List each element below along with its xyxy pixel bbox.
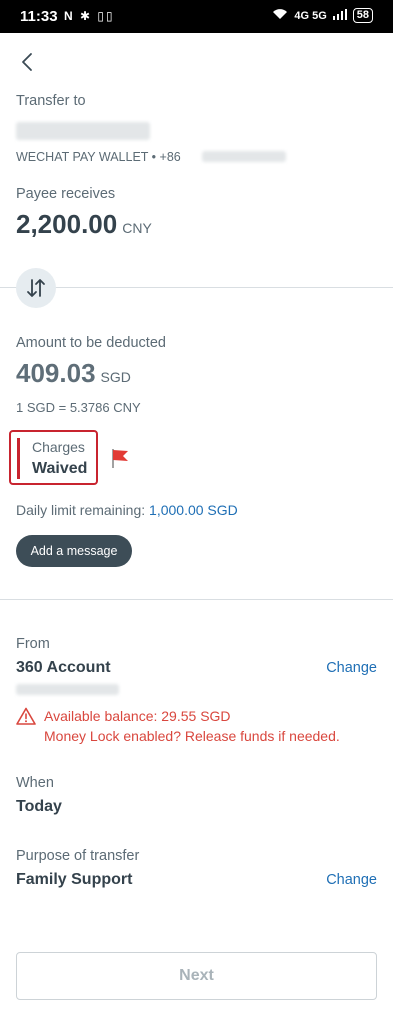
charges-accent-bar bbox=[17, 438, 20, 479]
deducted-label: Amount to be deducted bbox=[16, 335, 166, 351]
from-account: 360 Account bbox=[16, 659, 111, 676]
transfer-to-label: Transfer to bbox=[16, 93, 86, 109]
daily-limit-label: Daily limit remaining: bbox=[16, 502, 146, 518]
money-lock-warning: Money Lock enabled? Release funds if nee… bbox=[44, 728, 340, 744]
warning-triangle-icon bbox=[16, 707, 36, 730]
status-time: 11:33 bbox=[20, 8, 58, 25]
charges-value: Waived bbox=[32, 460, 88, 477]
network-label: 4G 5G bbox=[294, 9, 327, 22]
exchange-rate: 1 SGD = 5.3786 CNY bbox=[16, 400, 141, 415]
status-right: 4G 5G 58 bbox=[272, 8, 373, 23]
payee-receives-label: Payee receives bbox=[16, 186, 116, 202]
back-arrow-icon bbox=[22, 53, 32, 71]
recipient-subtitle: WECHAT PAY WALLET • +86 bbox=[16, 150, 181, 164]
recipient-phone-redacted bbox=[202, 151, 286, 162]
purpose-change-link[interactable]: Change bbox=[326, 872, 377, 888]
wifi-icon bbox=[272, 8, 288, 23]
section-divider bbox=[0, 599, 393, 600]
recipient-name-redacted bbox=[16, 122, 150, 140]
daily-limit-value: 1,000.00 SGD bbox=[149, 502, 238, 518]
charges-label: Charges bbox=[32, 439, 85, 455]
payee-currency: CNY bbox=[122, 220, 152, 236]
charges-highlight-box: Charges Waived bbox=[9, 430, 98, 485]
payee-amount: 2,200.00 bbox=[16, 209, 118, 239]
when-value: Today bbox=[16, 798, 62, 815]
status-bar: 11:33 N ✱ ▯▯ 4G 5G 58 bbox=[0, 0, 393, 33]
from-label: From bbox=[16, 636, 50, 652]
swap-arrows-icon bbox=[27, 279, 45, 297]
daily-limit-row: Daily limit remaining: 1,000.00 SGD bbox=[16, 502, 238, 518]
amount-divider bbox=[0, 287, 393, 288]
next-button[interactable]: Next bbox=[16, 952, 377, 1000]
deducted-amount: 409.03 bbox=[16, 358, 96, 388]
status-icons: N ✱ ▯▯ bbox=[64, 9, 115, 23]
deducted-amount-row: 409.03 SGD bbox=[16, 358, 131, 389]
account-number-redacted bbox=[16, 684, 119, 695]
deducted-currency: SGD bbox=[100, 369, 131, 385]
signal-icon bbox=[332, 8, 347, 23]
swap-button[interactable] bbox=[16, 268, 56, 308]
payee-amount-row: 2,200.00 CNY bbox=[16, 209, 152, 240]
balance-warning: Available balance: 29.55 SGD bbox=[44, 708, 231, 724]
from-change-link[interactable]: Change bbox=[326, 660, 377, 676]
add-message-button[interactable]: Add a message bbox=[16, 535, 132, 567]
battery-icon: 58 bbox=[352, 8, 373, 23]
when-label: When bbox=[16, 775, 54, 791]
purpose-value: Family Support bbox=[16, 871, 133, 888]
purpose-label: Purpose of transfer bbox=[16, 848, 140, 864]
flag-icon bbox=[109, 447, 131, 474]
back-button[interactable] bbox=[16, 50, 40, 74]
